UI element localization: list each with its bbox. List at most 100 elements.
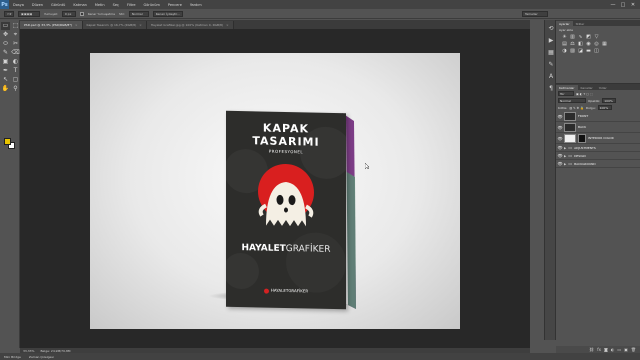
exposure-icon[interactable]: ◩ — [586, 35, 591, 40]
visibility-eye-icon[interactable]: 👁 — [556, 136, 564, 141]
tab-layers[interactable]: Katmanlar — [556, 85, 578, 90]
tab-mini-bridge[interactable]: Mini Bridge — [4, 355, 21, 359]
link-icon[interactable]: ⛓ — [589, 347, 594, 352]
color-balance-icon[interactable]: ⚖ — [570, 42, 575, 47]
channel-mixer-icon[interactable]: ◎ — [594, 42, 599, 47]
maximize-button[interactable]: □ — [618, 0, 628, 9]
layer-group-design[interactable]: 👁 ▶ ▭ DESIGN — [556, 152, 640, 160]
expand-arrow-icon[interactable]: ▶ — [564, 146, 566, 150]
tab-kapak[interactable]: Kapak Tasarımı @ 16,7% (RGB/8) × — [82, 21, 147, 29]
close-button[interactable]: ✕ — [628, 0, 638, 9]
tab-psd[interactable]: PSD.psd @ 33,3% (PSD/RGB/8*) × — [20, 21, 83, 29]
pen-tool-icon[interactable]: ✒ — [1, 67, 10, 75]
layer-kind-filter[interactable]: Tür — [558, 91, 574, 96]
zoom-tool-icon[interactable]: ⚲ — [11, 85, 20, 93]
eraser-tool-icon[interactable]: ⌫ — [11, 49, 20, 57]
lock-icons[interactable]: ▨ ✎ ✥ 🔒 — [569, 106, 583, 110]
fill-input[interactable]: 100% — [597, 105, 612, 110]
close-tab-icon[interactable]: × — [139, 23, 142, 27]
menu-view[interactable]: Görünüm — [140, 3, 164, 7]
style-select[interactable]: Normal — [128, 10, 149, 17]
feather-input[interactable]: 0 px — [61, 10, 76, 17]
posterize-icon[interactable]: ▨ — [570, 49, 575, 54]
antialias-checkbox[interactable] — [79, 11, 84, 16]
tab-timeline[interactable]: Zaman Çizelgesi — [29, 355, 54, 359]
menu-help[interactable]: Yardım — [186, 3, 206, 7]
tab-styles[interactable]: Stiller — [573, 21, 588, 26]
fx-icon[interactable]: fx — [597, 347, 601, 352]
dodge-tool-icon[interactable]: ◐ — [11, 58, 20, 66]
hue-saturation-icon[interactable]: ▤ — [562, 42, 567, 47]
new-layer-icon[interactable]: ▣ — [624, 347, 628, 352]
menu-image[interactable]: Görüntü — [47, 3, 69, 7]
slice-tool-icon[interactable]: ✂ — [11, 40, 20, 48]
menu-select[interactable]: Seç — [109, 3, 123, 7]
mask-icon[interactable]: ◙ — [604, 347, 608, 352]
folder-icon[interactable]: ▭ — [617, 347, 621, 352]
tab-paths[interactable]: Yollar — [596, 85, 610, 90]
artboard-tool-icon[interactable]: ⬚ — [11, 22, 20, 30]
canvas-area[interactable]: KAPAK TASARIMI PROFESYONEL HAYALETGRAFİK… — [20, 29, 530, 348]
menu-filter[interactable]: Filtre — [123, 3, 140, 7]
marquee-preset-picker[interactable]: ▭▾ — [4, 10, 14, 17]
gradient-map-icon[interactable]: ▬ — [586, 49, 591, 54]
black-white-icon[interactable]: ◧ — [578, 42, 583, 47]
path-select-tool-icon[interactable]: ↖ — [1, 76, 10, 84]
gradient-tool-icon[interactable]: ▣ — [1, 58, 10, 66]
selective-color-icon[interactable]: ◫ — [594, 49, 599, 54]
marquee-tool-icon[interactable]: ▭ — [1, 22, 10, 30]
threshold-icon[interactable]: ◪ — [578, 49, 583, 54]
color-lookup-icon[interactable]: ▦ — [602, 42, 607, 47]
trash-icon[interactable]: 🗑 — [631, 347, 636, 352]
layer-interior-color[interactable]: 👁 INTERIOR COLOR — [556, 133, 640, 144]
type-tool-icon[interactable]: T — [11, 67, 20, 75]
selection-mode-buttons[interactable]: ▣▣▣▣ — [18, 10, 40, 17]
visibility-eye-icon[interactable]: 👁 — [556, 125, 564, 130]
opacity-input[interactable]: 100% — [602, 98, 617, 103]
layer-mask-thumbnail[interactable] — [578, 133, 586, 143]
expand-arrow-icon[interactable]: ▶ — [564, 162, 566, 166]
tab-adjustments[interactable]: Ayarlar — [556, 21, 573, 26]
hand-tool-icon[interactable]: ✋ — [1, 85, 10, 93]
paragraph-icon[interactable]: ¶ — [546, 84, 556, 92]
invert-icon[interactable]: ◑ — [562, 49, 567, 54]
foreground-color-swatch[interactable] — [4, 138, 11, 145]
brush-icon[interactable]: ✎ — [546, 60, 556, 68]
character-icon[interactable]: A — [546, 72, 556, 80]
refine-edge-button[interactable]: Kenarı İyileştir... — [152, 10, 183, 17]
crop-tool-icon[interactable]: ⌖ — [11, 31, 20, 39]
menu-window[interactable]: Pencere — [164, 3, 186, 7]
visibility-eye-icon[interactable]: 👁 — [556, 161, 564, 166]
filter-icons[interactable]: ▣ ◐ T ▢ ⬚ — [576, 92, 593, 96]
blend-mode-select[interactable]: Normal — [558, 98, 586, 103]
lasso-tool-icon[interactable]: ⬭ — [1, 40, 10, 48]
visibility-eye-icon[interactable]: 👁 — [556, 114, 564, 119]
brush-tool-icon[interactable]: ✎ — [1, 49, 10, 57]
levels-icon[interactable]: ▥ — [570, 35, 575, 40]
layer-back[interactable]: 👁 BACK — [556, 122, 640, 133]
menu-layer[interactable]: Katman — [69, 3, 91, 7]
history-icon[interactable]: ⟲ — [546, 24, 556, 32]
menu-edit[interactable]: Düzen — [28, 3, 47, 7]
tab-hayalet[interactable]: Hayalet Grafiker.jpg @ 100% (Katman 0, R… — [146, 21, 234, 29]
visibility-eye-icon[interactable]: 👁 — [556, 145, 564, 150]
swatches-icon[interactable]: ▦ — [546, 48, 556, 56]
move-tool-icon[interactable]: ✥ — [1, 31, 10, 39]
expand-arrow-icon[interactable]: ▶ — [564, 154, 566, 158]
actions-icon[interactable]: ▶ — [546, 36, 556, 44]
layer-front[interactable]: 👁 FRONT — [556, 111, 640, 122]
menu-file[interactable]: Dosya — [9, 3, 28, 7]
close-tab-icon[interactable]: × — [75, 23, 78, 27]
menu-type[interactable]: Metin — [91, 3, 109, 7]
workspace-select[interactable]: Temeller — [522, 11, 548, 17]
vibrance-icon[interactable]: ▽ — [594, 35, 599, 40]
adjustment-icon[interactable]: ◐ — [611, 347, 615, 352]
photo-filter-icon[interactable]: ◉ — [586, 42, 591, 47]
tab-channels[interactable]: Kanallar — [578, 85, 596, 90]
zoom-level[interactable]: 33,33% — [23, 349, 34, 353]
layer-group-adjustments[interactable]: 👁 ▶ ▭ ADJUSTMENTS — [556, 144, 640, 152]
minimize-button[interactable]: — — [608, 0, 618, 9]
close-tab-icon[interactable]: × — [226, 23, 229, 27]
curves-icon[interactable]: ∿ — [578, 35, 583, 40]
brightness-icon[interactable]: ☀ — [562, 35, 567, 40]
